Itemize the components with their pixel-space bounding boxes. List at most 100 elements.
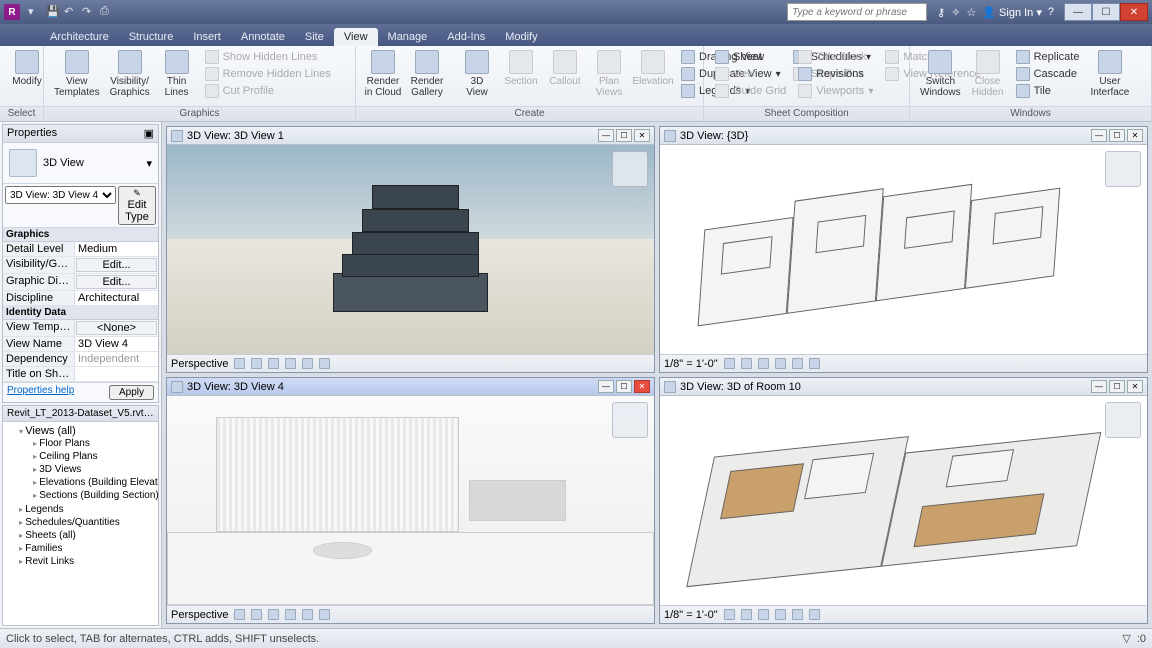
vs-icon[interactable] [302, 358, 313, 369]
tab-view[interactable]: View [334, 28, 378, 46]
viewport-scale[interactable]: Perspective [171, 609, 228, 621]
switch-windows-button[interactable]: Switch Windows [916, 48, 965, 100]
vs-icon[interactable] [251, 609, 262, 620]
modify-button[interactable]: Modify [6, 48, 48, 89]
vs-icon[interactable] [775, 609, 786, 620]
view-templates-button[interactable]: View Templates [50, 48, 104, 100]
type-dropdown-icon[interactable]: ▾ [146, 157, 152, 170]
filter-icon[interactable]: ▽ [1122, 632, 1130, 645]
tile-button[interactable]: Tile [1013, 83, 1083, 99]
subscription-icon[interactable]: ⚷ [937, 6, 945, 19]
qat-redo-icon[interactable]: ↷ [82, 5, 96, 19]
prop-discipline-val[interactable]: Architectural [75, 291, 158, 305]
vp-max-button[interactable]: ☐ [1109, 129, 1125, 142]
viewport-canvas[interactable] [660, 145, 1147, 354]
vp-max-button[interactable]: ☐ [616, 129, 632, 142]
viewcube-icon[interactable] [1105, 402, 1141, 438]
revisions-button[interactable]: Revisions [795, 66, 876, 82]
vs-icon[interactable] [285, 358, 296, 369]
viewport-scale[interactable]: 1/8" = 1'-0" [664, 358, 718, 370]
vs-icon[interactable] [234, 358, 245, 369]
vp-close-button[interactable]: ✕ [634, 129, 650, 142]
vs-icon[interactable] [724, 358, 735, 369]
browser-revit-links[interactable]: Revit Links [19, 555, 156, 568]
vp-close-button[interactable]: ✕ [1127, 380, 1143, 393]
vp-max-button[interactable]: ☐ [616, 380, 632, 393]
vs-icon[interactable] [268, 358, 279, 369]
callout-button[interactable]: Callout [544, 48, 586, 89]
viewcube-icon[interactable] [612, 151, 648, 187]
vs-icon[interactable] [251, 358, 262, 369]
tab-insert[interactable]: Insert [183, 28, 231, 46]
cascade-button[interactable]: Cascade [1013, 66, 1083, 82]
prop-viewname-val[interactable]: 3D View 4 [75, 337, 158, 351]
cut-profile-button[interactable]: Cut Profile [202, 83, 334, 99]
browser-families[interactable]: Families [19, 542, 156, 555]
viewport-scale[interactable]: 1/8" = 1'-0" [664, 609, 718, 621]
visibility-graphics-button[interactable]: Visibility/ Graphics [106, 48, 154, 100]
vp-min-button[interactable]: — [598, 380, 614, 393]
vp-close-button[interactable]: ✕ [634, 380, 650, 393]
apply-button[interactable]: Apply [109, 385, 154, 400]
qat-open-icon[interactable]: ▾ [28, 5, 42, 19]
vp-min-button[interactable]: — [1091, 129, 1107, 142]
render-cloud-button[interactable]: Render in Cloud [362, 48, 404, 100]
browser-legends[interactable]: Legends [19, 503, 156, 516]
browser-floor-plans[interactable]: Floor Plans [33, 437, 156, 450]
properties-close-icon[interactable]: ▣ [144, 127, 154, 140]
vp-min-button[interactable]: — [1091, 380, 1107, 393]
vs-icon[interactable] [741, 609, 752, 620]
app-icon[interactable]: R [4, 4, 20, 20]
viewport-canvas[interactable] [660, 396, 1147, 605]
tab-site[interactable]: Site [295, 28, 334, 46]
browser-schedules[interactable]: Schedules/Quantities [19, 516, 156, 529]
browser-elevations[interactable]: Elevations (Building Elevation) [33, 476, 156, 489]
vs-icon[interactable] [268, 609, 279, 620]
sheet-button[interactable]: Sheet [712, 49, 789, 65]
signin-button[interactable]: 👤 Sign In ▾ [982, 6, 1042, 19]
view-button[interactable]: View [712, 66, 789, 82]
maximize-button[interactable]: ☐ [1092, 3, 1120, 21]
tab-architecture[interactable]: Architecture [40, 28, 119, 46]
replicate-button[interactable]: Replicate [1013, 49, 1083, 65]
vs-icon[interactable] [758, 358, 769, 369]
qat-save-icon[interactable]: 💾 [46, 5, 60, 19]
thin-lines-button[interactable]: Thin Lines [156, 48, 198, 100]
prop-detail-level-val[interactable]: Medium [75, 242, 158, 256]
exchange-icon[interactable]: ✧ [951, 6, 960, 19]
viewport-canvas[interactable] [167, 396, 654, 605]
browser-views-root[interactable]: Views (all) Floor Plans Ceiling Plans 3D… [19, 424, 156, 503]
vs-icon[interactable] [809, 358, 820, 369]
remove-hidden-lines-button[interactable]: Remove Hidden Lines [202, 66, 334, 82]
3d-view-button[interactable]: 3D View [456, 48, 498, 100]
qat-undo-icon[interactable]: ↶ [64, 5, 78, 19]
viewports-button[interactable]: Viewports ▾ [795, 83, 876, 99]
minimize-button[interactable]: — [1064, 3, 1092, 21]
close-hidden-button[interactable]: Close Hidden [967, 48, 1009, 100]
viewport-scale[interactable]: Perspective [171, 358, 228, 370]
tab-addins[interactable]: Add-Ins [437, 28, 495, 46]
vp-max-button[interactable]: ☐ [1109, 380, 1125, 393]
help-icon[interactable]: ? [1048, 6, 1054, 18]
guide-grid-button[interactable]: Guide Grid [712, 83, 789, 99]
user-interface-button[interactable]: User Interface [1086, 48, 1133, 100]
title-block-button[interactable]: Title Block [795, 49, 876, 65]
tab-modify[interactable]: Modify [495, 28, 547, 46]
browser-ceiling-plans[interactable]: Ceiling Plans [33, 450, 156, 463]
vs-icon[interactable] [285, 609, 296, 620]
vs-icon[interactable] [319, 609, 330, 620]
show-hidden-lines-button[interactable]: Show Hidden Lines [202, 49, 334, 65]
viewport-canvas[interactable] [167, 145, 654, 354]
vs-icon[interactable] [792, 609, 803, 620]
view-selector[interactable]: 3D View: 3D View 4 [5, 186, 116, 204]
tab-structure[interactable]: Structure [119, 28, 184, 46]
elevation-button[interactable]: Elevation [632, 48, 674, 89]
browser-3d-views[interactable]: 3D Views [33, 463, 156, 476]
vs-icon[interactable] [234, 609, 245, 620]
vs-icon[interactable] [758, 609, 769, 620]
tab-manage[interactable]: Manage [378, 28, 438, 46]
vs-icon[interactable] [809, 609, 820, 620]
vp-close-button[interactable]: ✕ [1127, 129, 1143, 142]
viewcube-icon[interactable] [1105, 151, 1141, 187]
vs-icon[interactable] [724, 609, 735, 620]
